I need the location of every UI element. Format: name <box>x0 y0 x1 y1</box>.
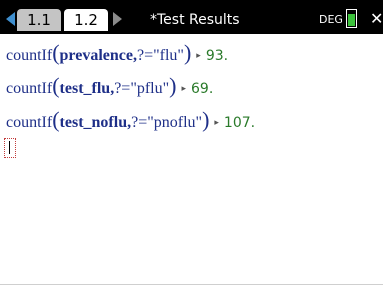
history-entry[interactable]: countIf(test_noflu,?="pnoflu") ▸ 107. <box>6 105 255 135</box>
open-paren: ( <box>52 73 60 98</box>
condition: ?="pnoflu" <box>131 114 203 131</box>
right-triangle-icon: ▸ <box>214 118 219 128</box>
right-triangle-icon: ▸ <box>196 51 201 61</box>
document-title: *Test Results <box>150 12 240 28</box>
list-argument: test_flu, <box>59 80 115 97</box>
open-paren: ( <box>52 40 60 65</box>
list-argument: prevalence, <box>59 47 137 64</box>
close-paren: ) <box>202 107 210 132</box>
function-name: countIf <box>6 114 53 131</box>
right-triangle-icon: ▸ <box>181 84 187 94</box>
angle-mode-label[interactable]: DEG <box>319 12 343 28</box>
calculator-screen: 1.1 1.2 *Test Results DEG ✕ countIf(prev… <box>0 0 383 287</box>
tab-1-1[interactable]: 1.1 <box>17 9 61 31</box>
battery-icon <box>346 9 357 28</box>
condition: ?="pflu" <box>114 80 170 97</box>
condition: ?="flu" <box>137 47 184 64</box>
left-arrow-icon[interactable] <box>6 12 15 26</box>
function-name: countIf <box>6 47 53 64</box>
open-paren: ( <box>52 107 60 132</box>
tab-1-2[interactable]: 1.2 <box>64 9 108 31</box>
top-bar: 1.1 1.2 *Test Results DEG ✕ <box>0 0 383 34</box>
result-value: 69. <box>191 81 214 97</box>
entry-input-cursor[interactable] <box>4 138 16 158</box>
result-value: 107. <box>223 115 256 131</box>
close-icon[interactable]: ✕ <box>370 8 383 30</box>
right-arrow-icon[interactable] <box>113 12 122 26</box>
history-entry[interactable]: countIf(test_flu,?="pflu") ▸ 69. <box>6 71 213 101</box>
close-paren: ) <box>183 40 192 65</box>
bottom-divider <box>0 284 383 285</box>
function-name: countIf <box>6 80 53 97</box>
result-value: 93. <box>205 48 229 64</box>
history-entry[interactable]: countIf(prevalence,?="flu") ▸ 93. <box>6 38 228 68</box>
list-argument: test_noflu, <box>59 114 132 131</box>
close-paren: ) <box>169 73 177 98</box>
